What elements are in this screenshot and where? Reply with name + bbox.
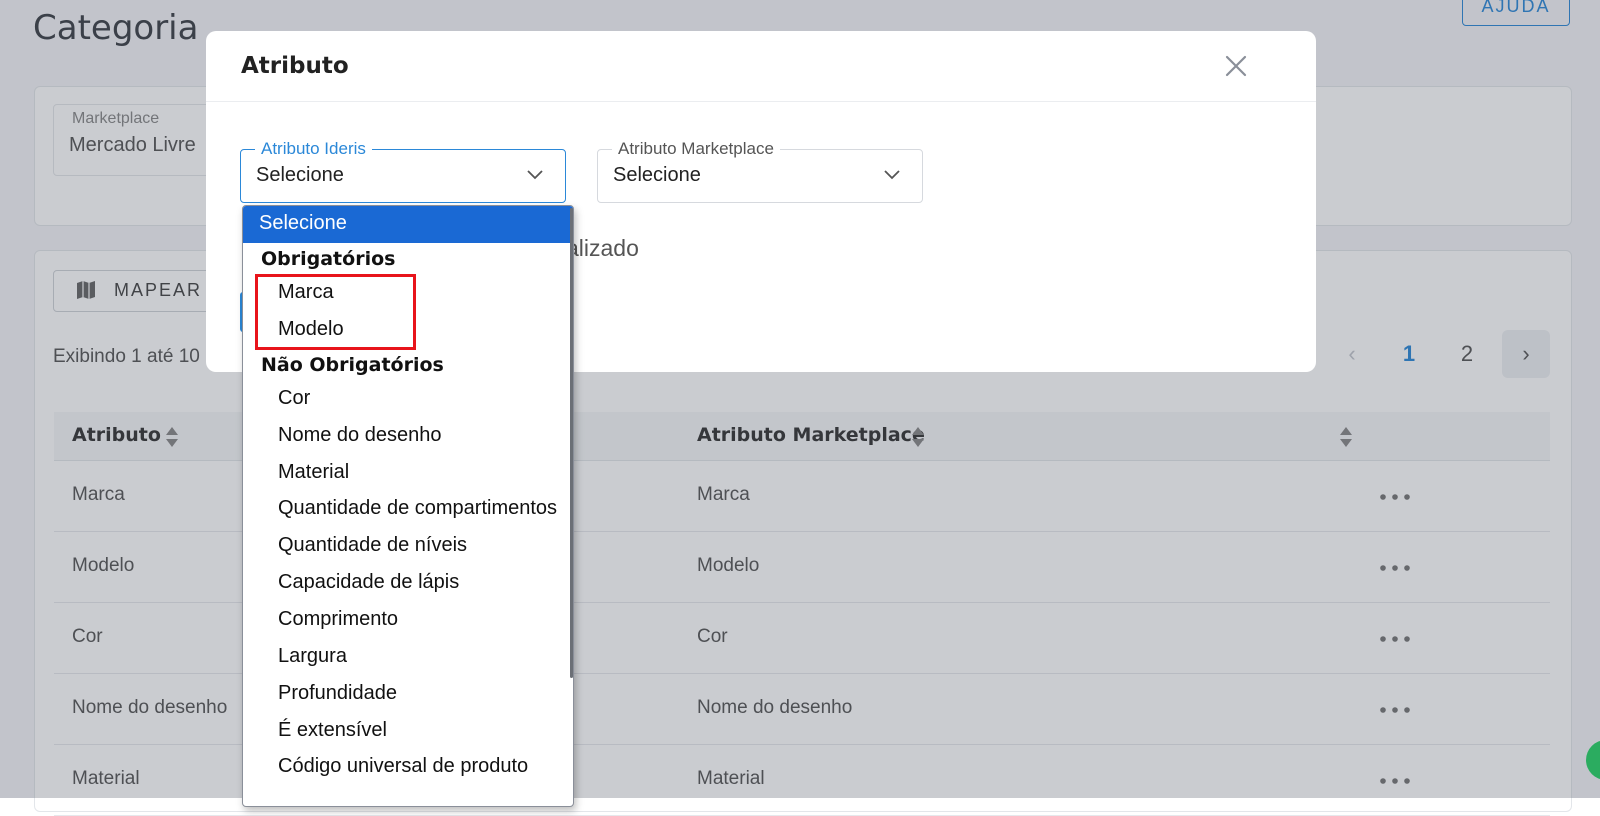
modal-title: Atributo	[241, 53, 349, 79]
dropdown-option[interactable]: Comprimento	[278, 608, 398, 631]
dropdown-group-required: Obrigatórios	[261, 248, 396, 270]
chevron-down-icon	[884, 170, 900, 180]
marketplace-attribute-select[interactable]: Atributo Marketplace Selecione	[597, 139, 923, 203]
dropdown-option[interactable]: Quantidade de compartimentos	[278, 497, 557, 520]
dropdown-scrollbar[interactable]	[570, 208, 573, 678]
dropdown-option[interactable]: Capacidade de lápis	[278, 571, 459, 594]
dropdown-group-optional: Não Obrigatórios	[261, 354, 444, 376]
ideris-attribute-label: Atributo Ideris	[255, 139, 372, 159]
close-icon[interactable]	[1224, 54, 1248, 78]
dropdown-option[interactable]: Cor	[278, 387, 310, 410]
dropdown-option-label: Selecione	[259, 212, 347, 234]
marketplace-attribute-label: Atributo Marketplace	[612, 139, 780, 159]
custom-attribute-label: alizado	[566, 235, 639, 261]
dropdown-option[interactable]: É extensível	[278, 719, 387, 742]
ideris-attribute-value: Selecione	[256, 164, 344, 186]
modal-divider	[206, 101, 1316, 102]
dropdown-option[interactable]: Largura	[278, 645, 347, 668]
dropdown-option[interactable]: Código universal de produto	[278, 755, 528, 778]
dropdown-option[interactable]: Material	[278, 461, 349, 484]
dropdown-option-selected[interactable]: Selecione	[243, 206, 573, 243]
chevron-down-icon	[527, 170, 543, 180]
highlight-box	[255, 274, 416, 350]
dropdown-option[interactable]: Quantidade de níveis	[278, 534, 467, 557]
marketplace-attribute-value: Selecione	[613, 164, 701, 186]
dropdown-option[interactable]: Profundidade	[278, 682, 397, 705]
ideris-attribute-select[interactable]: Atributo Ideris Selecione	[240, 139, 566, 203]
dropdown-option[interactable]: Nome do desenho	[278, 424, 441, 447]
